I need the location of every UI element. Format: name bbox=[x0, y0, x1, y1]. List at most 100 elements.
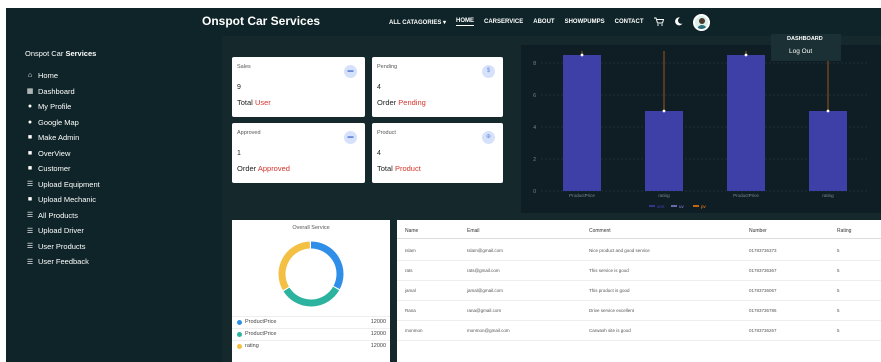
sidebar-item-make-admin[interactable]: ■ Make Admin bbox=[25, 130, 100, 146]
nav-showpumps[interactable]: SHOWPUMPS bbox=[565, 19, 605, 25]
legend-dot bbox=[237, 320, 242, 325]
user-icon: ● bbox=[27, 103, 33, 111]
cell-name: rats bbox=[405, 268, 413, 273]
stat-card-subtitle-highlight: Approved bbox=[257, 164, 290, 173]
nav-all-categories[interactable]: ALL CATAGORIES ▾ bbox=[389, 19, 446, 26]
car-icon: ▬ bbox=[344, 131, 357, 144]
sidebar-item-my-profile[interactable]: ● My Profile bbox=[25, 99, 100, 115]
feedback-table: Name Email Comment Number Rating Islam I… bbox=[397, 220, 881, 362]
y-tick-label: 4 bbox=[533, 125, 536, 131]
cart-icon[interactable] bbox=[653, 17, 664, 28]
data-point bbox=[744, 53, 748, 57]
list-icon: ☰ bbox=[26, 181, 34, 189]
legend-label: pv bbox=[701, 204, 707, 209]
pie-legend: ProductPrice 12000 ProductPrice 12000 ra… bbox=[232, 316, 390, 352]
sidebar-item-label: Upload Mechanic bbox=[38, 195, 96, 205]
page: Onspot Car Services ALL CATAGORIES ▾ HOM… bbox=[0, 0, 881, 362]
grid-icon: ▦ bbox=[26, 88, 34, 96]
cart-icon: ⊕ bbox=[482, 131, 495, 144]
nav-carservice[interactable]: CARSERVICE bbox=[484, 19, 523, 25]
table-row[interactable]: rats rats@gmail.com This service is good… bbox=[397, 261, 881, 281]
dropdown-item-logout[interactable]: Log Out bbox=[789, 48, 812, 55]
stat-card-subtitle-highlight: Product bbox=[394, 164, 421, 173]
legend-value: 12000 bbox=[370, 343, 386, 349]
col-header-email[interactable]: Email bbox=[467, 228, 480, 234]
sidebar-item-upload-mechanic[interactable]: ■ Upload Mechanic bbox=[25, 192, 100, 208]
sidebar-menu: ⌂ Home ▦ Dashboard ● My Profile ● Google Map… bbox=[25, 68, 100, 270]
cell-comment: Carwash site is good bbox=[589, 328, 631, 333]
dollar-icon: $ bbox=[482, 65, 495, 78]
col-header-rating[interactable]: Rating bbox=[837, 228, 851, 234]
sidebar-item-label: User Products bbox=[38, 241, 86, 251]
col-header-name[interactable]: Name bbox=[405, 228, 418, 234]
home-icon: ⌂ bbox=[27, 72, 33, 80]
cell-number: 01783736067 bbox=[749, 288, 777, 293]
cell-email: rana@gmail.com bbox=[467, 308, 502, 313]
stat-card-sales[interactable]: Sales ▬ 9 Total User bbox=[232, 57, 365, 117]
nav-contact[interactable]: CONTACT bbox=[615, 19, 644, 25]
col-header-number[interactable]: Number bbox=[749, 228, 767, 234]
cell-email: rats@gmail.com bbox=[467, 268, 500, 273]
list-icon: ☰ bbox=[26, 212, 34, 220]
stat-card-value: 4 bbox=[377, 84, 381, 91]
table-row[interactable]: jamal jamal@gmail.com This product is go… bbox=[397, 281, 881, 301]
sidebar-item-customer[interactable]: ■ Customer bbox=[25, 161, 100, 177]
sidebar-item-label: Google Map bbox=[38, 117, 79, 127]
bar bbox=[645, 111, 683, 191]
brand-title[interactable]: Onspot Car Services bbox=[202, 14, 320, 28]
x-tick-label: rating bbox=[658, 193, 670, 198]
sidebar-item-label: User Feedback bbox=[38, 257, 89, 267]
table-row[interactable]: monmon monmon@gmail.com Carwash site is … bbox=[397, 321, 881, 341]
bar bbox=[563, 55, 601, 191]
col-header-comment[interactable]: Comment bbox=[589, 228, 611, 234]
donut-slice bbox=[278, 241, 311, 291]
legend-label: amt bbox=[657, 204, 665, 209]
sidebar-item-dashboard[interactable]: ▦ Dashboard bbox=[25, 84, 100, 100]
list-icon: ☰ bbox=[26, 258, 34, 266]
sidebar-title-bold: Services bbox=[65, 49, 97, 58]
stat-card-label: Sales bbox=[237, 64, 251, 70]
legend-label: ProductPrice bbox=[245, 331, 277, 337]
y-tick-label: 0 bbox=[533, 189, 536, 195]
stat-card-approved[interactable]: Approved ▬ 1 Order Approved bbox=[232, 123, 365, 183]
sidebar-item-label: Customer bbox=[38, 164, 71, 174]
table-header: Name Email Comment Number Rating bbox=[397, 225, 881, 239]
bookmark-icon: ■ bbox=[27, 149, 33, 157]
sidebar-title-regular: Onspot Car bbox=[25, 49, 66, 58]
stat-card-product[interactable]: Product ⊕ 4 Total Product bbox=[372, 123, 503, 183]
dropdown-item-dashboard[interactable]: DASHBOARD bbox=[787, 36, 823, 42]
cell-rating: 5 bbox=[837, 288, 840, 293]
user-avatar[interactable] bbox=[692, 13, 710, 31]
top-navbar: Onspot Car Services ALL CATAGORIES ▾ HOM… bbox=[6, 8, 881, 36]
nav-home[interactable]: HOME bbox=[456, 18, 475, 26]
sidebar-item-label: My Profile bbox=[38, 102, 72, 112]
sidebar-item-label: Home bbox=[38, 71, 59, 81]
bookmark-icon: ■ bbox=[27, 134, 33, 142]
sidebar-item-label: Upload Equipment bbox=[38, 179, 100, 189]
sidebar-item-user-products[interactable]: ☰ User Products bbox=[25, 239, 100, 255]
sidebar-item-label: Dashboard bbox=[38, 86, 75, 96]
nav-about[interactable]: ABOUT bbox=[533, 19, 554, 25]
stat-card-pending[interactable]: Pending $ 4 Order Pending bbox=[372, 57, 503, 117]
sidebar-item-all-products[interactable]: ☰ All Products bbox=[25, 208, 100, 224]
cell-email: monmon@gmail.com bbox=[467, 328, 510, 333]
stat-card-subtitle-highlight: Pending bbox=[398, 98, 426, 107]
cell-comment: This service is good bbox=[589, 268, 629, 273]
sidebar-item-upload-equipment[interactable]: ☰ Upload Equipment bbox=[25, 177, 100, 193]
table-row[interactable]: Islam Islam@gmail.com Nice product and g… bbox=[397, 241, 881, 261]
sidebar-item-user-feedback[interactable]: ☰ User Feedback bbox=[25, 254, 100, 270]
sidebar-item-upload-driver[interactable]: ☰ Upload Driver bbox=[25, 223, 100, 239]
sidebar-item-home[interactable]: ⌂ Home bbox=[25, 68, 100, 84]
bookmark-icon: ■ bbox=[27, 196, 33, 204]
table-row[interactable]: Rana rana@gmail.com Drive service excell… bbox=[397, 301, 881, 321]
legend-value: 12000 bbox=[370, 319, 386, 325]
sidebar-item-overview[interactable]: ■ OverView bbox=[25, 146, 100, 162]
moon-icon[interactable] bbox=[674, 16, 683, 28]
sidebar-item-google-map[interactable]: ● Google Map bbox=[25, 115, 100, 131]
stat-card-subtitle-prefix: Order bbox=[377, 98, 399, 107]
list-icon: ☰ bbox=[26, 227, 34, 235]
legend-label: rating bbox=[245, 343, 259, 349]
cell-comment: Drive service excellent bbox=[589, 308, 635, 313]
list-icon: ☰ bbox=[26, 243, 34, 251]
x-tick-label: ProductPrice bbox=[569, 193, 595, 198]
